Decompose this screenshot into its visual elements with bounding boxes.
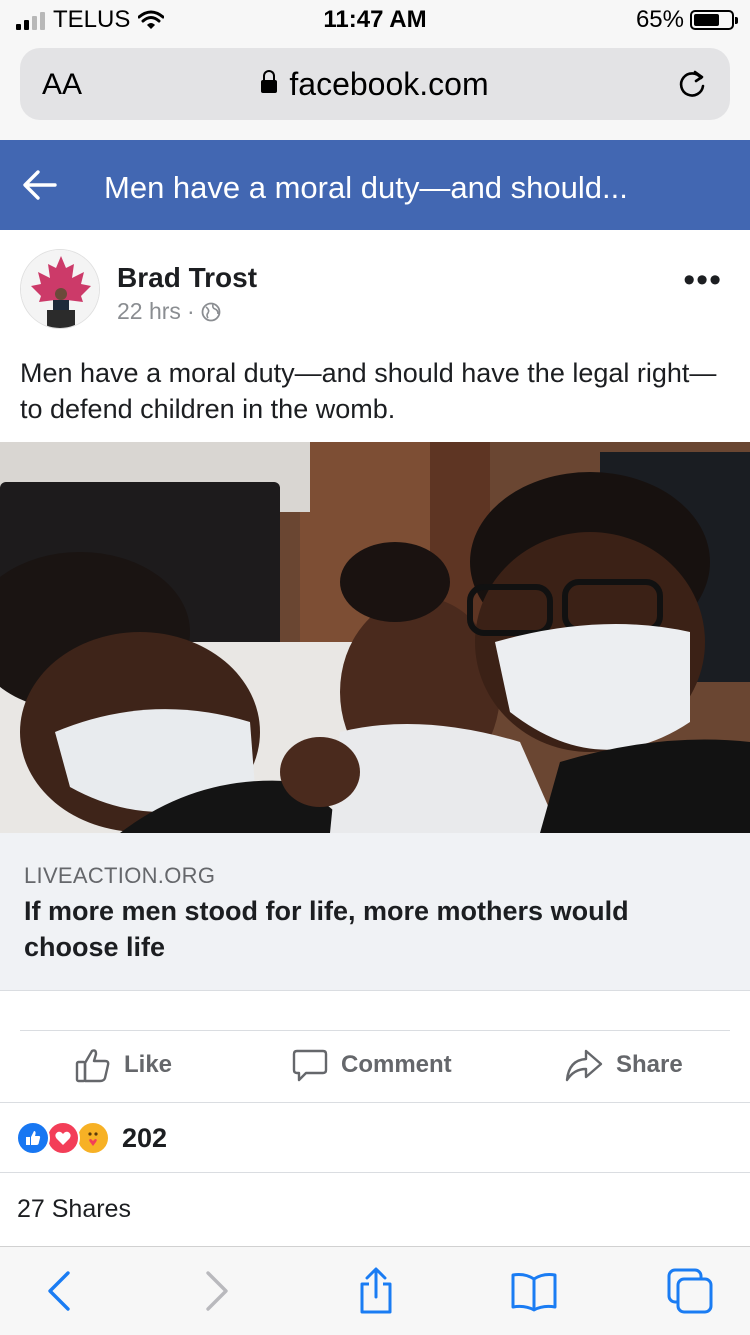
more-options-icon[interactable]: ••• [683,263,722,297]
battery-percent: 65% [635,6,684,33]
browser-toolbar [0,1246,750,1335]
forward-chevron-icon[interactable] [192,1267,240,1315]
divider [0,1102,750,1103]
like-reaction-icon [16,1121,50,1155]
shares-count[interactable]: 27 Shares [17,1195,131,1224]
like-label: Like [124,1051,173,1078]
share-button[interactable]: Share [564,1046,683,1084]
url-text: facebook.com [289,66,489,102]
care-reaction-icon [76,1121,110,1155]
divider [20,1030,730,1031]
lock-icon [261,70,278,93]
reactions-summary[interactable]: 202 [16,1121,167,1155]
post-time[interactable]: 22 hrs [117,298,181,325]
comment-icon [292,1049,328,1082]
link-title: If more men stood for life, more mothers… [24,896,629,962]
fb-header: Men have a moral duty—and should... [0,140,750,230]
post-text: Men have a moral duty—and should have th… [20,358,717,424]
back-arrow-icon[interactable] [22,168,58,202]
status-bar: TELUS 11:47 AM 65% [0,0,750,40]
love-reaction-icon [46,1121,80,1155]
url-display[interactable]: facebook.com [20,66,730,103]
share-arrow-icon [565,1049,603,1082]
like-button[interactable]: Like [74,1046,172,1084]
page-title: Men have a moral duty—and should... [104,170,628,205]
author-name[interactable]: Brad Trost [117,262,257,294]
browser-chrome: AA facebook.com [0,40,750,140]
status-right: 65% [635,6,738,34]
reaction-count: 202 [122,1122,168,1153]
comment-button[interactable]: Comment [291,1046,452,1084]
link-domain: LIVEACTION.ORG [24,863,216,888]
back-chevron-icon[interactable] [36,1267,84,1315]
share-sheet-icon[interactable] [352,1267,400,1315]
post-photo[interactable] [0,442,750,833]
thumbs-up-icon [75,1049,110,1083]
globe-icon [201,302,221,321]
photo-illustration [0,442,750,833]
address-bar[interactable]: AA facebook.com [20,48,730,120]
share-label: Share [616,1051,683,1078]
comment-label: Comment [341,1051,452,1078]
battery-icon [690,10,738,30]
link-preview[interactable]: LIVEACTION.ORG If more men stood for lif… [0,833,750,991]
avatar-image [21,250,99,328]
post-meta: 22 hrs · [117,298,221,325]
avatar[interactable] [20,249,100,329]
meta-separator: · [186,298,195,324]
tabs-icon[interactable] [666,1267,714,1315]
bookmarks-icon[interactable] [510,1267,558,1315]
reload-icon[interactable] [674,66,710,102]
divider [0,1172,750,1173]
action-bar: Like Comment Share [0,1036,750,1102]
